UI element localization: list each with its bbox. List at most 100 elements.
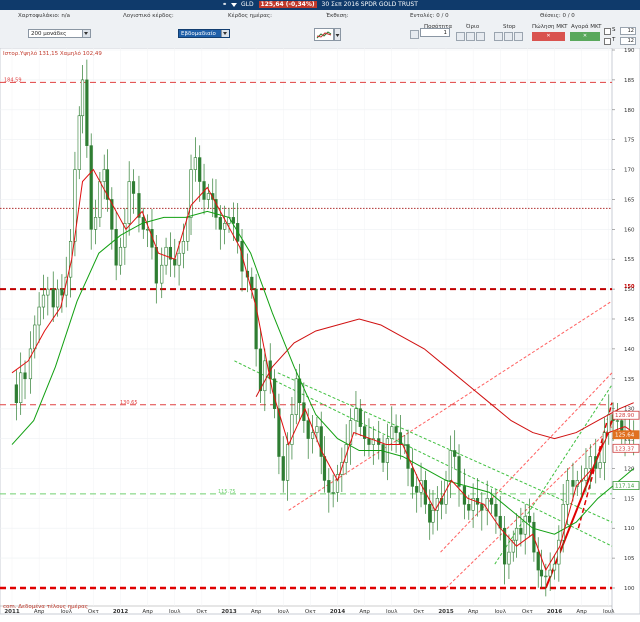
y-tick-label: 115: [624, 496, 635, 502]
candle-body: [536, 551, 540, 571]
candle-body: [193, 157, 197, 170]
x-tick-label: Ιουλ: [278, 609, 290, 615]
candle-body: [602, 432, 607, 463]
candle-body: [102, 169, 106, 182]
chart-type-button[interactable]: [314, 28, 334, 41]
candle-body: [19, 372, 23, 403]
s-label: S: [612, 27, 616, 33]
logical-profit-label: Λογιστικό κέρδος:: [123, 13, 174, 19]
x-tick-label: Ιουλ: [169, 609, 181, 615]
x-tick-label: Ιουλ: [603, 609, 615, 615]
limit-mid-button[interactable]: [466, 32, 475, 41]
y-tick-label: 135: [624, 377, 635, 383]
history-high-low: Ιστορ.Υψηλό 131,15 Χαμηλό 102,49: [3, 51, 102, 57]
toolbar: Χαρτοφυλάκιο: n/a Λογιστικό κέρδος: Κέρδ…: [0, 10, 640, 49]
buy-mkt-button[interactable]: ✕: [570, 32, 600, 41]
s-checkbox[interactable]: [604, 28, 611, 35]
t-value[interactable]: 12: [620, 37, 636, 45]
y-tick-label: 155: [624, 257, 635, 263]
x-tick-label: 2012: [113, 609, 128, 615]
candle-body: [507, 551, 511, 565]
title-caption: 30 Σεπ 2016 SPDR GOLD TRUST: [321, 1, 418, 8]
orders-label[interactable]: Εντολές: 0 / 0: [410, 13, 449, 19]
x-tick-label: Απρ: [251, 609, 262, 615]
x-tick-label: Απρ: [576, 609, 587, 615]
candle-body: [385, 438, 390, 463]
candle-body: [489, 498, 494, 505]
x-tick-label: 2014: [330, 609, 345, 615]
y-tick-label: 160: [624, 227, 635, 233]
candle-body: [548, 569, 552, 577]
x-tick-label: Οκτ: [305, 609, 317, 615]
cancel-orders-button[interactable]: [410, 30, 419, 39]
period-select[interactable]: Εβδομαδιαίο: [178, 29, 230, 38]
candle-body: [571, 480, 575, 487]
price-label-text: 123.37: [615, 446, 635, 452]
stop-mid-button[interactable]: [504, 32, 513, 41]
limit-up-button[interactable]: [456, 32, 465, 41]
x-tick-label: Ιουλ: [386, 609, 398, 615]
candle-body: [14, 384, 18, 403]
units-select-value: 200 μονάδες: [31, 31, 67, 37]
portfolio-label: Χαρτοφυλάκιο: n/a: [18, 13, 71, 19]
candle-body: [206, 193, 210, 200]
buy-mkt-label: Αγορά MKT: [571, 24, 602, 30]
quantity-input[interactable]: 1: [420, 28, 450, 37]
candle-body: [23, 372, 27, 380]
positions-label[interactable]: Θέσεις: 0 / 0: [540, 13, 575, 19]
price-label-text: 128.90: [615, 413, 635, 419]
x-tick-label: Οκτ: [413, 609, 425, 615]
y-tick-label: 145: [624, 317, 635, 323]
x-tick-label: 2016: [547, 609, 562, 615]
candle-body: [390, 426, 394, 439]
candle-body: [223, 223, 227, 230]
stop-down-button[interactable]: [514, 32, 523, 41]
candle-body: [519, 527, 523, 535]
candle-body: [154, 246, 158, 284]
candle-body: [127, 181, 131, 224]
chevron-down-icon: [335, 34, 340, 37]
sell-mkt-label: Πώληση MKT: [532, 24, 568, 30]
candle-body: [55, 288, 60, 308]
candle-body: [89, 145, 93, 230]
candle-body: [398, 432, 403, 445]
candle-body: [415, 486, 419, 493]
candle-body: [523, 515, 527, 535]
stop-up-button[interactable]: [494, 32, 503, 41]
level-label: 150: [624, 284, 635, 290]
candle-body: [394, 426, 398, 433]
candle-body: [37, 306, 41, 326]
s-value[interactable]: 12: [620, 27, 636, 35]
candle-body: [322, 456, 327, 481]
candle-body: [177, 252, 181, 266]
chart-type-dropdown[interactable]: [334, 28, 341, 41]
period-select-value: Εβδομαδιαίο: [181, 31, 216, 37]
candle-body: [146, 229, 150, 231]
candle-body: [51, 288, 55, 308]
x-tick-label: Ιουλ: [495, 609, 507, 615]
candle-body: [198, 157, 202, 182]
candle-body: [552, 563, 557, 571]
candle-body: [565, 480, 570, 505]
candle-body: [431, 509, 435, 523]
price-chart[interactable]: 1001051101151201251301351401451501551601…: [0, 48, 640, 622]
t-checkbox[interactable]: [604, 38, 611, 45]
candle-body: [539, 569, 544, 577]
units-select[interactable]: 200 μονάδες: [28, 29, 91, 38]
line-chart-icon: [316, 31, 332, 39]
candle-body: [33, 324, 37, 350]
sell-mkt-button[interactable]: ✕: [532, 32, 565, 41]
candle-body: [131, 181, 136, 194]
candle-body: [607, 414, 611, 433]
y-tick-label: 190: [624, 48, 635, 54]
candle-body: [263, 360, 267, 392]
x-tick-label: Οκτ: [196, 609, 208, 615]
candle-body: [77, 115, 81, 170]
candle-body: [457, 456, 461, 487]
chevron-down-icon[interactable]: [231, 2, 238, 7]
limit-down-button[interactable]: [476, 32, 485, 41]
symbol-label[interactable]: GLD: [241, 1, 254, 8]
candle-body: [588, 456, 592, 469]
link-icon[interactable]: ⚭: [222, 1, 227, 8]
candle-body: [453, 450, 457, 457]
